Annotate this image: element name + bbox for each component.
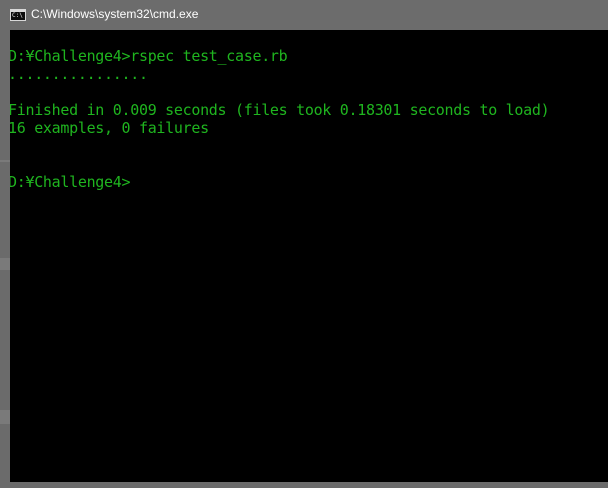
console-line-progress: ................ [10, 65, 148, 83]
console-line-blank [10, 155, 549, 173]
backdrop-mark [0, 410, 10, 424]
cmd-window: C:\ C:\Windows\system32\cmd.exe D:¥Chall… [0, 0, 608, 488]
console-line-prompt[interactable]: D:¥Challenge4> [10, 173, 549, 191]
title-bar[interactable]: C:\ C:\Windows\system32\cmd.exe [0, 0, 608, 30]
backdrop-mark [0, 258, 10, 270]
window-bottom-border [0, 482, 608, 488]
console-line-blank [10, 83, 549, 101]
cmd-icon-glyph: C:\ [12, 12, 23, 19]
console-area[interactable]: D:¥Challenge4>rspec test_case.rb .......… [10, 30, 608, 482]
backdrop-mark [0, 160, 10, 162]
console-line-command: D:¥Challenge4>rspec test_case.rb [10, 47, 288, 65]
console-line-finished: Finished in 0.009 seconds (files took 0.… [10, 101, 550, 119]
window-title: C:\Windows\system32\cmd.exe [31, 7, 199, 21]
cmd-icon[interactable]: C:\ [10, 9, 26, 21]
console-line-blank [10, 137, 549, 155]
console-line-summary: 16 examples, 0 failures [10, 119, 209, 137]
console-output: D:¥Challenge4>rspec test_case.rb .......… [10, 47, 550, 191]
